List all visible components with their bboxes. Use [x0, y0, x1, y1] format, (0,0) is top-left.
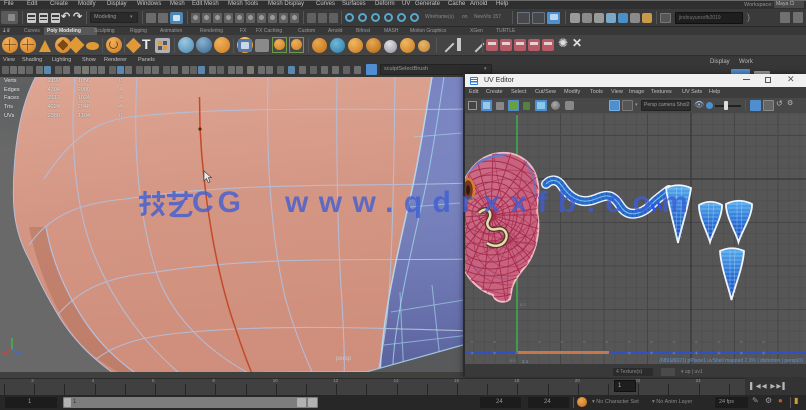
svg-text:0.2: 0.2	[520, 302, 526, 307]
svg-text:persp: persp	[336, 356, 352, 362]
svg-text:0.0: 0.0	[510, 358, 516, 363]
